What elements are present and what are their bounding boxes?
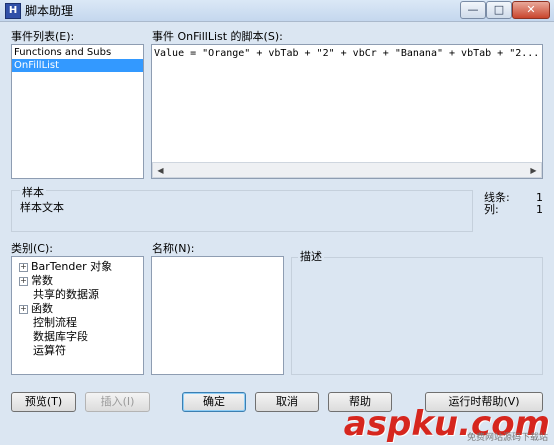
ok-button[interactable]: 确定 — [182, 392, 246, 412]
sample-group — [11, 190, 473, 232]
cancel-button[interactable]: 取消 — [255, 392, 319, 412]
name-list[interactable] — [151, 256, 284, 375]
script-editor[interactable]: Value = "Orange" + vbTab + "2" + vbCr + … — [151, 44, 543, 179]
event-list[interactable]: Functions and Subs OnFillList — [11, 44, 144, 179]
category-item-operators[interactable]: 运算符 — [33, 344, 66, 358]
name-list-label: 名称(N): — [152, 242, 195, 255]
description-label: 描述 — [298, 250, 324, 264]
column-label: 列: — [484, 203, 499, 216]
scroll-right-icon[interactable]: ▶ — [526, 163, 541, 177]
scroll-left-icon[interactable]: ◀ — [153, 163, 168, 177]
expand-icon[interactable]: + — [19, 262, 28, 272]
close-button[interactable]: ✕ — [512, 1, 550, 19]
script-code[interactable]: Value = "Orange" + vbTab + "2" + vbCr + … — [152, 45, 542, 63]
window-title: 脚本助理 — [25, 4, 74, 18]
description-group — [291, 257, 543, 375]
preview-button[interactable]: 预览(T) — [11, 392, 76, 412]
maximize-button[interactable]: □ — [486, 1, 512, 19]
event-item-onfilllist[interactable]: OnFillList — [12, 59, 143, 72]
watermark-caption: 免费网站源码下载站 — [466, 433, 548, 443]
expand-icon[interactable]: + — [19, 304, 28, 314]
event-list-label: 事件列表(E): — [11, 30, 75, 43]
column-value: 1 — [536, 203, 543, 216]
horizontal-scrollbar[interactable]: ◀ ▶ — [152, 162, 542, 178]
minimize-button[interactable]: — — [460, 1, 486, 19]
sample-label: 样本 — [20, 186, 46, 200]
category-item-shared-data-sources[interactable]: 共享的数据源 — [33, 288, 99, 302]
category-tree[interactable]: + BarTender 对象 + 常数 共享的数据源 + 函数 控制流程 数据库字段 … — [11, 256, 144, 375]
insert-button[interactable]: 插入(I) — [85, 392, 150, 412]
category-item-database-fields[interactable]: 数据库字段 — [33, 330, 88, 344]
category-item-control-flow[interactable]: 控制流程 — [33, 316, 77, 330]
category-label: 类别(C): — [11, 242, 53, 255]
category-item-constants[interactable]: + 常数 — [19, 274, 53, 288]
category-item-functions[interactable]: + 函数 — [19, 302, 53, 316]
expand-icon[interactable]: + — [19, 276, 28, 286]
category-item-bartender-objects[interactable]: + BarTender 对象 — [19, 260, 112, 274]
sample-text: 样本文本 — [20, 201, 64, 214]
script-label: 事件 OnFillList 的脚本(S): — [152, 30, 283, 43]
app-icon: H — [5, 3, 21, 19]
event-item-functions-and-subs[interactable]: Functions and Subs — [12, 46, 143, 59]
